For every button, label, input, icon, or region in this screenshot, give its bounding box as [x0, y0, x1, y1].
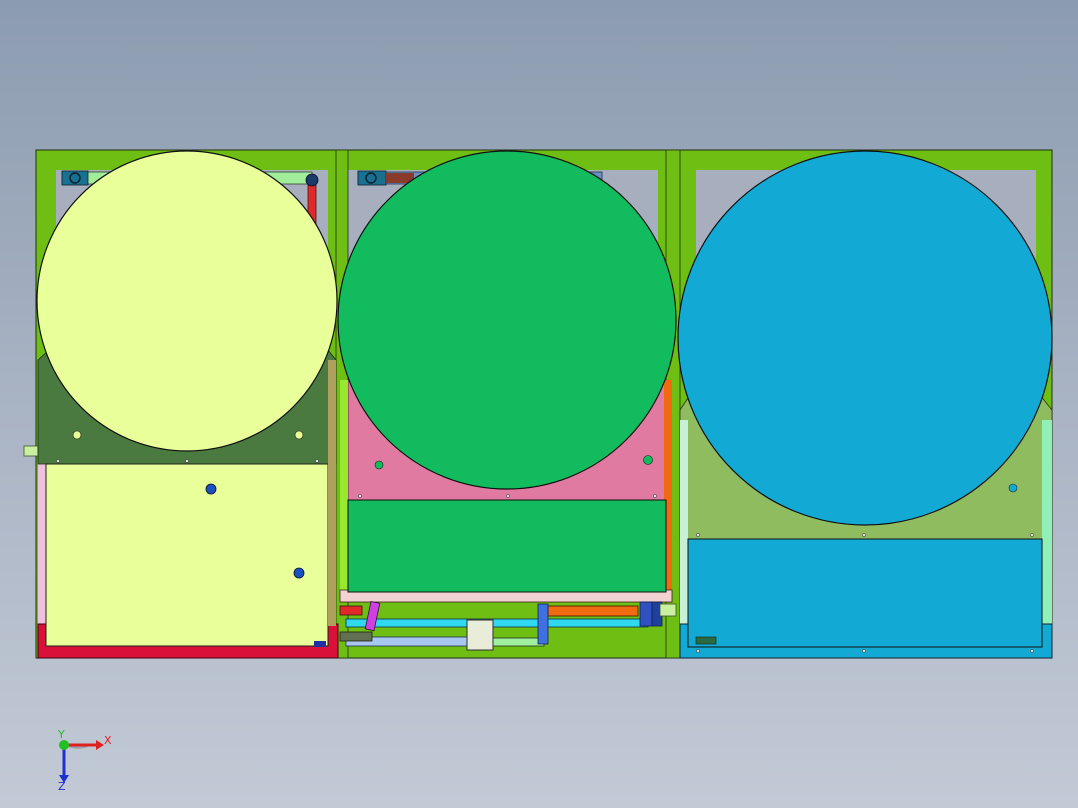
left-panel-hole-2 — [294, 430, 304, 440]
right-panel-hole — [1008, 483, 1018, 493]
left-cabinet-port-1[interactable] — [205, 483, 217, 495]
middle-cabinet[interactable] — [347, 499, 667, 593]
right-screw-6 — [1030, 649, 1034, 653]
left-cabinet-tag — [314, 641, 326, 647]
right-screw-1 — [696, 533, 700, 537]
middle-panel-hole-1 — [374, 460, 384, 470]
axis-triad[interactable]: X Y Z — [57, 728, 112, 793]
left-unit[interactable] — [36, 150, 339, 659]
left-cabinet[interactable] — [45, 463, 329, 647]
right-side-strip-right — [1042, 420, 1052, 640]
y-axis-label: Y — [57, 728, 65, 741]
middle-screw-2 — [506, 494, 510, 498]
pipe-blue-riser-1[interactable] — [537, 603, 549, 645]
left-screw-2 — [185, 459, 189, 463]
pump-box[interactable] — [466, 619, 494, 651]
middle-side-strip-lime — [340, 380, 348, 600]
middle-screw-3 — [653, 494, 657, 498]
left-side-strip — [328, 360, 336, 626]
pipe-blue-riser-2[interactable] — [639, 601, 653, 627]
left-tank[interactable] — [36, 150, 338, 452]
middle-screw-1 — [358, 494, 362, 498]
pipe-orange[interactable] — [547, 605, 639, 617]
side-inlet-stub[interactable] — [23, 445, 39, 457]
pipe-red-stub[interactable] — [339, 605, 363, 616]
left-cabinet-port-2[interactable] — [293, 567, 305, 579]
middle-tank[interactable] — [337, 150, 677, 490]
left-screw-1 — [56, 459, 60, 463]
right-tank[interactable] — [677, 150, 1053, 526]
cad-viewport[interactable]: X Y Z — [0, 0, 1078, 808]
right-cabinet[interactable] — [687, 538, 1043, 648]
right-screw-4 — [696, 649, 700, 653]
middle-panel-hole-2 — [643, 455, 653, 465]
right-cabinet-fitting[interactable] — [695, 636, 717, 645]
z-axis-label: Z — [58, 780, 66, 793]
pipe-elbow-left — [305, 173, 319, 187]
pipe-olive[interactable] — [339, 631, 373, 642]
connector-stub-right[interactable] — [659, 603, 677, 617]
right-screw-3 — [1030, 533, 1034, 537]
x-axis-label: X — [104, 734, 112, 747]
right-unit[interactable] — [677, 150, 1053, 659]
right-side-strip-left — [680, 420, 688, 640]
x-axis-head — [96, 740, 104, 750]
left-panel-hole-1 — [72, 430, 82, 440]
right-screw-5 — [862, 649, 866, 653]
pipe-light-green[interactable] — [489, 637, 545, 647]
right-screw-2 — [862, 533, 866, 537]
left-screw-3 — [315, 459, 319, 463]
middle-unit[interactable] — [337, 150, 677, 603]
pipe-cyan-main[interactable] — [345, 618, 649, 628]
y-axis-dot — [59, 740, 69, 750]
